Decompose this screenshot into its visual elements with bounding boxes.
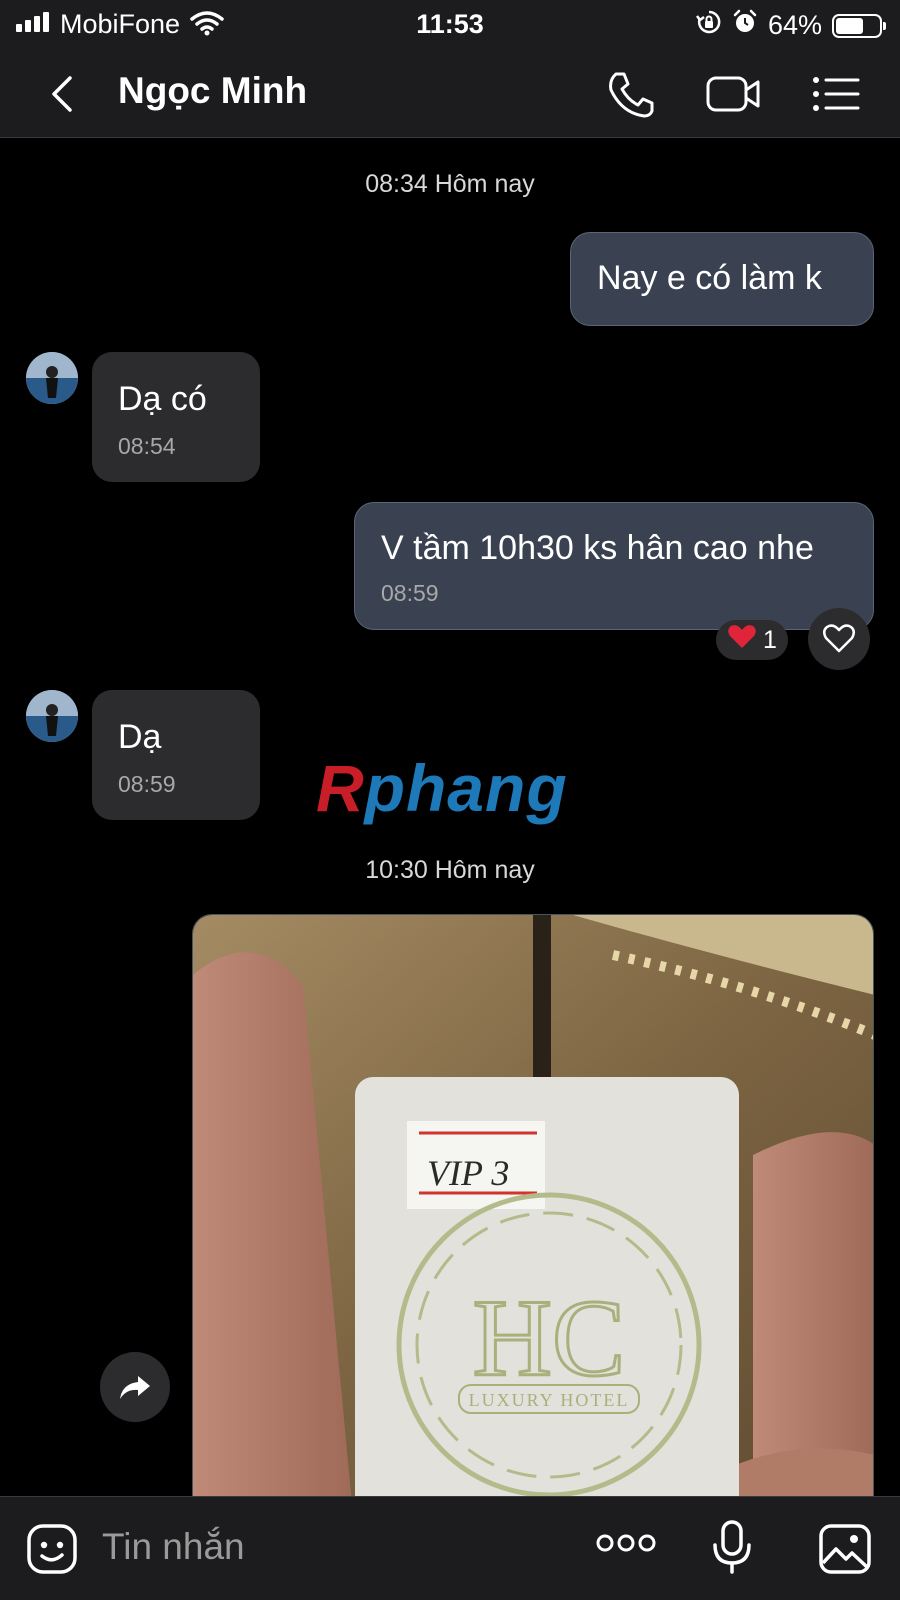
message-text: Dạ xyxy=(118,718,162,756)
time-separator: 10:30 Hôm nay xyxy=(365,856,535,884)
avatar[interactable] xyxy=(26,690,78,742)
heart-icon[interactable] xyxy=(808,608,870,670)
chat-header: Ngọc Minh xyxy=(0,50,900,138)
message-time: 08:59 xyxy=(118,771,176,797)
incoming-message[interactable]: Dạ 08:59 xyxy=(92,690,260,820)
reaction-count: 1 xyxy=(763,625,777,654)
reaction-badge[interactable]: 1 xyxy=(716,620,788,660)
input-bar xyxy=(0,1496,900,1600)
alarm-icon xyxy=(732,9,758,42)
sticker-icon[interactable] xyxy=(26,1523,78,1580)
avatar[interactable] xyxy=(26,352,78,404)
heart-reaction-icon xyxy=(727,624,757,657)
image-message[interactable]: VIP 3 HC LUXURY HOTEL xyxy=(192,914,874,1496)
card-label: VIP 3 xyxy=(427,1153,509,1193)
message-text: Dạ có xyxy=(118,380,207,418)
card-logo: HC xyxy=(473,1277,626,1399)
microphone-icon[interactable] xyxy=(712,1519,752,1580)
message-text: Nay e có làm k xyxy=(597,259,822,297)
incoming-message[interactable]: Dạ có 08:54 xyxy=(92,352,260,482)
phone-icon[interactable] xyxy=(604,68,660,120)
battery-percent: 64% xyxy=(767,10,822,40)
outgoing-message[interactable]: V tầm 10h30 ks hân cao nhe 08:59 xyxy=(354,502,874,630)
time-separator: 08:34 Hôm nay xyxy=(365,170,535,198)
menu-icon[interactable] xyxy=(808,68,864,120)
orientation-lock-icon xyxy=(695,9,722,42)
watermark-logo: Rphang xyxy=(316,751,568,825)
more-icon[interactable] xyxy=(596,1531,656,1560)
message-time: 08:59 xyxy=(381,580,439,606)
message-text: V tầm 10h30 ks hân cao nhe xyxy=(381,529,814,567)
status-bar: MobiFone 11:53 64% xyxy=(0,0,900,50)
message-time: 08:54 xyxy=(118,433,176,459)
share-icon[interactable] xyxy=(100,1352,170,1422)
message-list[interactable]: 08:34 Hôm nay Nay e có làm k Dạ có 08:54… xyxy=(0,138,900,1496)
contact-name[interactable]: Ngọc Minh xyxy=(118,70,307,112)
message-input[interactable] xyxy=(102,1521,542,1573)
card-subtext: LUXURY HOTEL xyxy=(469,1390,630,1410)
video-call-icon[interactable] xyxy=(704,68,760,120)
back-icon[interactable] xyxy=(40,70,88,118)
outgoing-message[interactable]: Nay e có làm k xyxy=(570,232,874,326)
gallery-icon[interactable] xyxy=(818,1523,872,1580)
battery-icon xyxy=(832,13,886,38)
